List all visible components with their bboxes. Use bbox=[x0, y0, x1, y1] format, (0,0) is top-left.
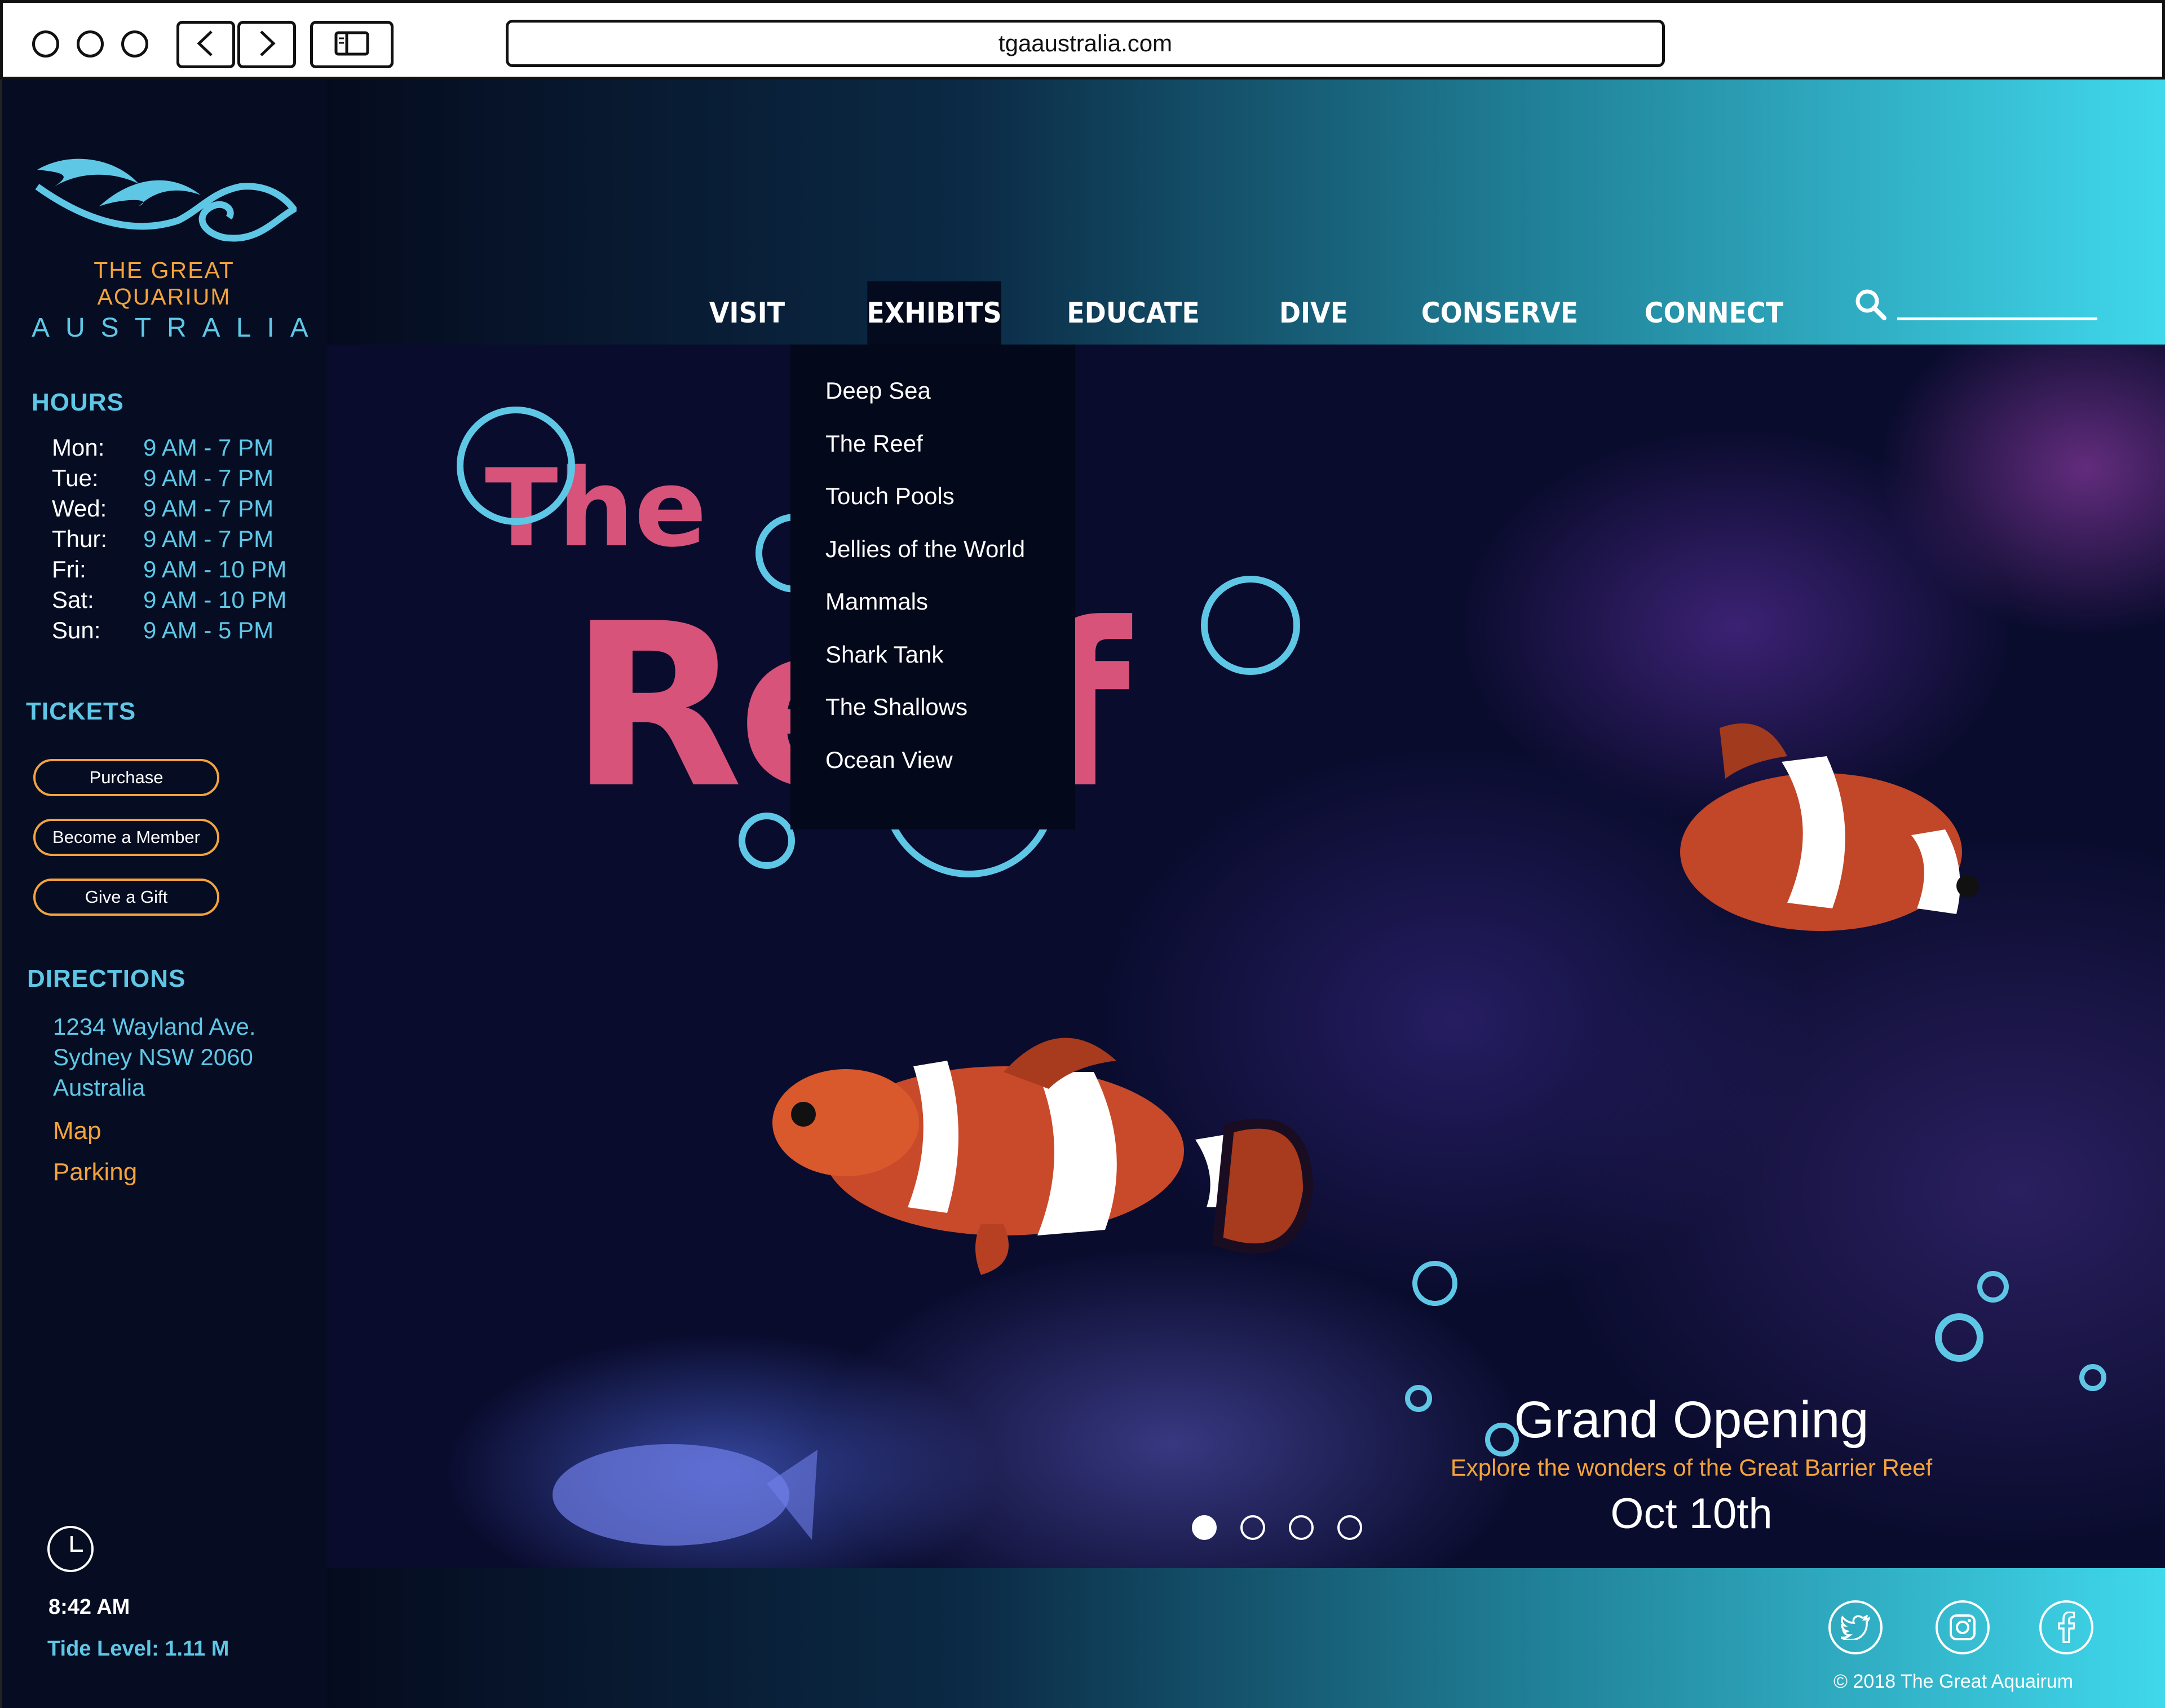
event-info: Grand Opening Explore the wonders of the… bbox=[1410, 1391, 1973, 1538]
nav-exhibits[interactable]: EXHIBITS bbox=[867, 281, 1002, 345]
slide-indicator-2[interactable] bbox=[1240, 1515, 1265, 1540]
clownfish-image bbox=[772, 1038, 1314, 1275]
address: 1234 Wayland Ave. Sydney NSW 2060 Austra… bbox=[53, 1013, 256, 1101]
hero-banner: The Reef Grand Opening Explore the wonde… bbox=[327, 345, 2165, 1568]
event-title: Grand Opening bbox=[1514, 1391, 1869, 1449]
search-input[interactable] bbox=[1897, 317, 2097, 320]
hours-row: Fri: 9 AM - 10 PM bbox=[52, 556, 287, 582]
hours-row: Mon: 9 AM - 7 PM bbox=[52, 434, 274, 461]
map-link[interactable]: Map bbox=[53, 1117, 101, 1145]
nav-visit[interactable]: VISIT bbox=[703, 281, 791, 345]
nav-dive[interactable]: DIVE bbox=[1267, 281, 1360, 345]
window-maximize-button[interactable] bbox=[121, 30, 148, 58]
nav-educate[interactable]: EDUCATE bbox=[1066, 281, 1200, 345]
dropdown-item-jellies[interactable]: Jellies of the World bbox=[790, 536, 1075, 589]
instagram-icon[interactable] bbox=[1936, 1600, 1990, 1654]
hours-list: Mon: 9 AM - 7 PM Tue: 9 AM - 7 PM Wed: 9 AM… bbox=[52, 432, 286, 646]
clownfish-image bbox=[1680, 723, 1979, 931]
forward-button[interactable] bbox=[237, 21, 296, 68]
bubble-decoration bbox=[2079, 1364, 2106, 1391]
sidebar-icon bbox=[334, 31, 369, 59]
blue-fish-image bbox=[553, 1444, 818, 1546]
chevron-left-icon bbox=[195, 29, 217, 60]
current-time: 8:42 AM bbox=[48, 1595, 130, 1619]
hours-row: Wed: 9 AM - 7 PM bbox=[52, 495, 274, 522]
dropdown-item-the-reef[interactable]: The Reef bbox=[790, 430, 1075, 483]
header bbox=[327, 80, 2165, 345]
dropdown-item-shark-tank[interactable]: Shark Tank bbox=[790, 641, 1075, 694]
bubble-decoration bbox=[1935, 1313, 1983, 1362]
bubble-decoration bbox=[457, 407, 575, 525]
bubble-decoration bbox=[739, 813, 795, 869]
address-bar[interactable]: tgaaustralia.com bbox=[506, 20, 1665, 67]
window-minimize-button[interactable] bbox=[77, 30, 104, 58]
url-text: tgaaustralia.com bbox=[998, 30, 1173, 56]
back-button[interactable] bbox=[176, 21, 235, 68]
hours-heading: HOURS bbox=[32, 389, 124, 416]
logo-text-bottom: AUSTRALIA bbox=[32, 313, 324, 343]
give-gift-button[interactable]: Give a Gift bbox=[33, 879, 219, 916]
purchase-button[interactable]: Purchase bbox=[33, 759, 219, 796]
sidebar: THE GREAT AQUARIUM AUSTRALIA HOURS Mon: 9… bbox=[0, 80, 327, 1708]
copyright-text: © 2018 The Great Aquairum bbox=[1833, 1671, 2074, 1692]
facebook-icon[interactable] bbox=[2039, 1600, 2093, 1654]
browser-chrome: tgaaustralia.com bbox=[0, 0, 2165, 80]
parking-link[interactable]: Parking bbox=[53, 1158, 137, 1186]
event-date: Oct 10th bbox=[1610, 1490, 1773, 1538]
slide-indicator-3[interactable] bbox=[1289, 1515, 1314, 1540]
dropdown-item-deep-sea[interactable]: Deep Sea bbox=[790, 377, 1075, 430]
chevron-right-icon bbox=[255, 29, 278, 60]
page: THE GREAT AQUARIUM AUSTRALIA HOURS Mon: 9… bbox=[0, 80, 2165, 1708]
site-logo[interactable]: THE GREAT AQUARIUM AUSTRALIA bbox=[32, 153, 324, 343]
nav-conserve[interactable]: CONSERVE bbox=[1421, 281, 1578, 345]
bubble-decoration bbox=[1201, 576, 1300, 675]
window-close-button[interactable] bbox=[32, 30, 59, 58]
hours-row: Tue: 9 AM - 7 PM bbox=[52, 465, 274, 491]
event-subtitle: Explore the wonders of the Great Barrier… bbox=[1450, 1454, 1933, 1481]
tickets-heading: TICKETS bbox=[26, 698, 136, 725]
hours-row: Sun: 9 AM - 5 PM bbox=[52, 617, 274, 643]
twitter-icon[interactable] bbox=[1828, 1600, 1883, 1654]
search-icon[interactable] bbox=[1855, 289, 1886, 320]
sidebar-toggle-button[interactable] bbox=[310, 21, 394, 68]
exhibits-dropdown: Deep Sea The Reef Touch Pools Jellies of… bbox=[790, 345, 1075, 829]
hours-row: Thur: 9 AM - 7 PM bbox=[52, 526, 274, 552]
slide-indicator-4[interactable] bbox=[1337, 1515, 1362, 1540]
dropdown-item-ocean-view[interactable]: Ocean View bbox=[790, 747, 1075, 800]
tide-level: Tide Level: 1.11 M bbox=[47, 1637, 229, 1661]
directions-heading: DIRECTIONS bbox=[27, 965, 186, 992]
dropdown-item-the-shallows[interactable]: The Shallows bbox=[790, 694, 1075, 747]
bubble-decoration bbox=[1977, 1271, 2009, 1303]
clock-icon bbox=[47, 1526, 94, 1572]
logo-text-top: THE GREAT AQUARIUM bbox=[94, 257, 235, 310]
dropdown-item-touch-pools[interactable]: Touch Pools bbox=[790, 483, 1075, 536]
dropdown-item-mammals[interactable]: Mammals bbox=[790, 588, 1075, 641]
bubble-decoration bbox=[1412, 1261, 1457, 1306]
nav-connect[interactable]: CONNECT bbox=[1641, 281, 1787, 345]
wave-fish-logo-icon bbox=[35, 158, 299, 242]
become-member-button[interactable]: Become a Member bbox=[33, 819, 219, 856]
hours-row: Sat: 9 AM - 10 PM bbox=[52, 586, 287, 613]
slide-indicator-1[interactable] bbox=[1192, 1515, 1217, 1540]
